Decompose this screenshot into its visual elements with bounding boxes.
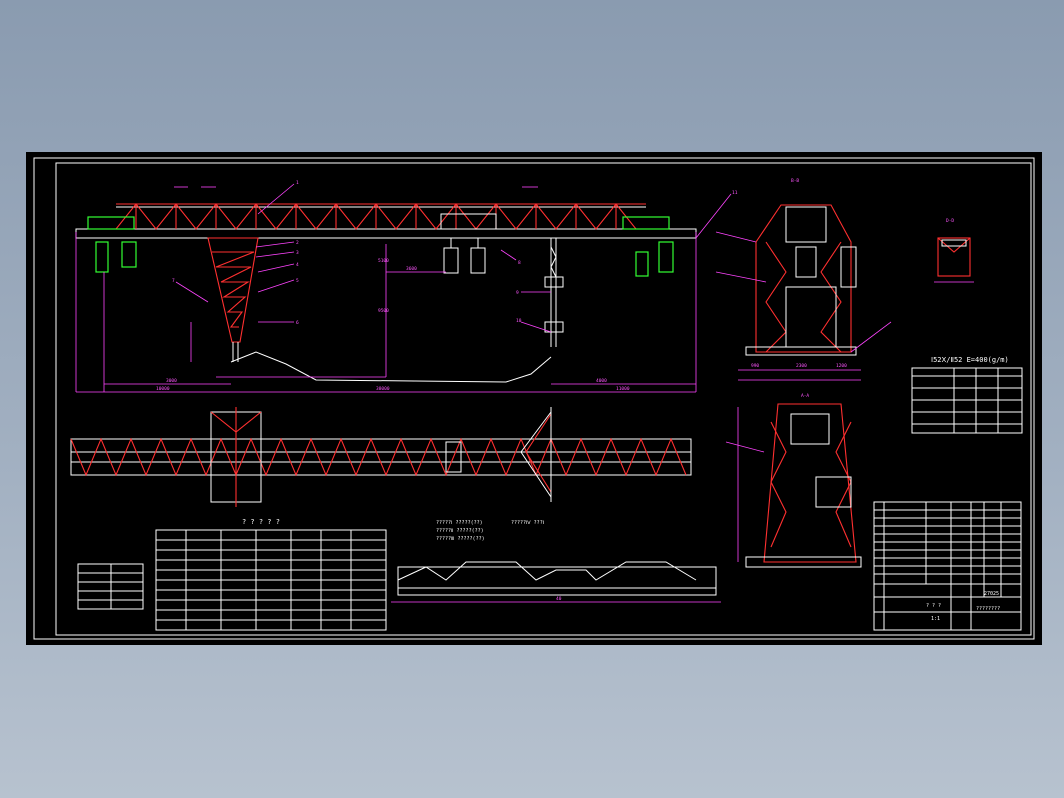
callout-2: 2: [296, 240, 299, 246]
spec-table: Ⅰ52Ⅹ/Ⅱ52 E=400(g/m): [911, 356, 1023, 434]
callout-3: 3: [296, 250, 299, 256]
callout-7: 7: [172, 278, 175, 284]
callout-8: 8: [518, 260, 521, 266]
dim-right-cant: 11000: [616, 386, 630, 392]
spec-title: Ⅰ52Ⅹ/Ⅱ52 E=400(g/m): [931, 356, 1009, 364]
dim-height-a: 9500: [378, 308, 389, 314]
title-block: 27025 ? ? ? ???????? 1:1: [873, 501, 1022, 631]
side-view-bb: B-B 990 2300 1200: [715, 178, 892, 381]
note-2: ?????Ⅱ ?????(??): [436, 528, 484, 534]
callout-10: 10: [516, 318, 522, 324]
section-dd-label: D-D: [946, 218, 954, 224]
dim-height-b: 5100: [378, 258, 389, 264]
note-1: ?????Ⅰ ?????(??): [436, 520, 483, 526]
dim-bottom-left: 3000: [166, 378, 177, 384]
dim-bottom-right: 4000: [596, 378, 607, 384]
front-callouts: 1 2 3 4 5 6 7 8 9 10 11 38000 10000 1100…: [156, 180, 738, 392]
note-4: ?????Ⅳ ???Ⅰ: [511, 520, 544, 526]
side-dim-2: 2300: [796, 363, 807, 369]
section-bb-label: B-B: [791, 178, 799, 184]
callout-5: 5: [296, 278, 299, 284]
callout-9: 9: [516, 290, 519, 296]
track-profile: 40: [391, 561, 721, 603]
callout-11: 11: [732, 190, 738, 196]
scale-value: 1:1: [931, 616, 940, 622]
callout-1: 1: [296, 180, 299, 186]
note-3: ?????Ⅲ ?????(??): [436, 536, 485, 542]
inner-frame: [55, 162, 1032, 636]
dim-left-cant: 10000: [156, 386, 170, 392]
section-aa-label: A-A: [801, 393, 809, 399]
drawing-name: ? ? ?: [926, 603, 941, 609]
notes-area: ?????Ⅰ ?????(??) ?????Ⅱ ?????(??) ?????Ⅲ…: [436, 520, 544, 542]
plan-view: [70, 407, 692, 507]
crane-drawing: 1 2 3 4 5 6 7 8 9 10 11 38000 10000 1100…: [33, 157, 1035, 640]
section-dd: D-D: [934, 218, 974, 283]
cad-drawing-sheet: 1 2 3 4 5 6 7 8 9 10 11 38000 10000 1100…: [26, 152, 1042, 645]
track-dim: 40: [556, 596, 562, 602]
callout-6: 6: [296, 320, 299, 326]
callout-4: 4: [296, 262, 299, 268]
side-dim-1: 990: [751, 363, 759, 369]
small-table: [77, 563, 144, 610]
company-name: ????????: [976, 606, 1000, 612]
side-dim-3: 1200: [836, 363, 847, 369]
parameter-table: ? ? ? ? ?: [155, 518, 387, 631]
dim-span: 38000: [376, 386, 390, 392]
table-heading: ? ? ? ? ?: [242, 518, 280, 526]
dim-lift: 3600: [406, 266, 417, 272]
drawing-number: 27025: [984, 591, 999, 597]
front-elevation: [75, 183, 732, 393]
side-view-aa: A-A: [725, 393, 862, 568]
